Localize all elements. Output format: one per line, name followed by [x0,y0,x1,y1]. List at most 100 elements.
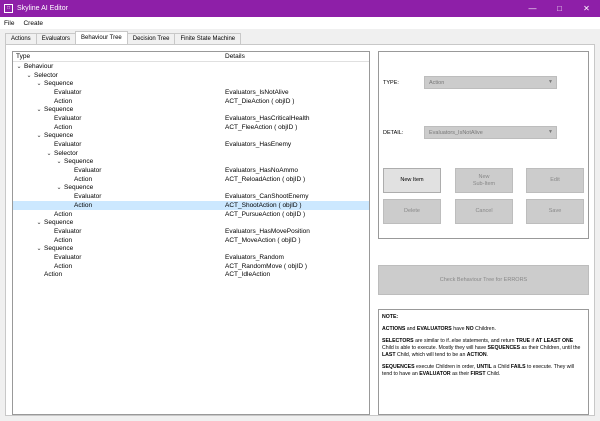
tree-row-type: Sequence [44,245,74,253]
tree-row[interactable]: Evaluator Evaluators_HasNoAmmo [13,166,369,175]
tree-row-type: Action [54,262,73,270]
tree-row[interactable]: ⌄ Sequence [13,158,369,167]
column-header-type[interactable]: Type [13,53,223,60]
behaviour-tree-view[interactable]: Type Details ⌄ Behaviour ⌄ Selector ⌄ Sequenc… [12,51,370,415]
minimize-button[interactable]: — [519,0,546,17]
tree-row[interactable]: Action ACT_MoveAction ( objID ) [13,236,369,245]
tree-row-type: Behaviour [24,62,54,70]
tab-actions[interactable]: Actions [5,33,37,44]
new-item-button[interactable]: New Item [383,168,441,193]
expand-chevron-icon[interactable]: ⌄ [36,106,42,113]
note-keyword: NO [465,326,474,333]
tree-row-type-cell: ⌄ Selector [13,150,225,157]
tree-row[interactable]: Evaluator Evaluators_HasEnemy [13,140,369,149]
tree-row-type: Sequence [44,219,74,227]
tree-row[interactable]: Evaluator Evaluators_Random [13,253,369,262]
expand-chevron-icon[interactable]: ⌄ [26,72,32,79]
expand-chevron-icon[interactable]: ⌄ [36,245,42,252]
tree-row[interactable]: ⌄ Sequence [13,132,369,141]
tree-row-type: Sequence [44,106,74,114]
tree-row-type: Action [44,271,63,279]
expand-chevron-icon[interactable]: ⌄ [36,132,42,139]
tree-row-type: Evaluator [54,88,82,96]
tree-row[interactable]: Action ACT_ShootAction ( objID ) [13,201,369,210]
note-paragraph: SEQUENCES execute Children in order, UNT… [382,364,585,378]
expand-chevron-icon[interactable]: ⌄ [16,63,22,70]
tree-row[interactable]: Action ACT_FleeAction ( objID ) [13,123,369,132]
tree-row-details: ACT_MoveAction ( objID ) [225,236,301,244]
type-select[interactable]: Action ▼ [424,76,557,89]
tree-row-type: Selector [34,71,58,79]
tree-row[interactable]: Evaluator Evaluators_HasMovePosition [13,227,369,236]
tree-row-type: Sequence [44,132,74,140]
tree-row-type: Evaluator [54,141,82,149]
tree-row[interactable]: Action ACT_IdleAction [13,271,369,280]
note-keyword: TRUE [515,338,531,345]
tree-row-type-cell: Action [13,202,225,209]
tree-row-type-cell: Evaluator [13,228,225,235]
tree-row-type-cell: ⌄ Sequence [13,184,225,191]
detail-select[interactable]: Evaluators_IsNotAlive ▼ [424,126,557,139]
tree-row[interactable]: Evaluator Evaluators_HasCriticalHealth [13,114,369,123]
tree-row[interactable]: Evaluator Evaluators_IsNotAlive [13,88,369,97]
tree-row[interactable]: ⌄ Behaviour [13,62,369,71]
delete-button[interactable]: Delete [383,199,441,224]
note-body: ACTIONS and EVALUATORS have NO Children.… [382,326,585,378]
check-errors-button[interactable]: Check Behaviour Tree for ERRORS [378,265,589,295]
tree-row[interactable]: Evaluator Evaluators_CanShootEnemy [13,192,369,201]
column-header-details[interactable]: Details [223,53,245,60]
chevron-down-icon: ▼ [548,129,553,135]
title-bar: □ Skyline AI Editor — □ ✕ [0,0,600,17]
tree-row-type: Action [74,201,93,209]
tree-row[interactable]: ⌄ Selector [13,71,369,80]
close-button[interactable]: ✕ [573,0,600,17]
cancel-button[interactable]: Cancel [455,199,513,224]
note-keyword: LAST [382,352,396,359]
menu-file[interactable]: File [4,20,14,27]
tree-body: ⌄ Behaviour ⌄ Selector ⌄ Sequence Evaluator Eva… [13,62,369,279]
tree-row-details: Evaluators_HasNoAmmo [225,167,298,175]
edit-button[interactable]: Edit [526,168,584,193]
tree-row[interactable]: Action ACT_PursueAction ( objID ) [13,210,369,219]
tree-row[interactable]: Action ACT_ReloadAction ( objID ) [13,175,369,184]
expand-chevron-icon[interactable]: ⌄ [56,184,62,191]
expand-chevron-icon[interactable]: ⌄ [46,150,52,157]
tree-row[interactable]: ⌄ Sequence [13,105,369,114]
type-select-value: Action [429,79,445,86]
tab-bar: Actions Evaluators Behaviour Tree Decisi… [5,31,242,44]
note-text: . [486,352,489,359]
tree-row[interactable]: Action ACT_RandomMove ( objID ) [13,262,369,271]
tree-row-type: Action [54,97,73,105]
tab-behaviour-tree[interactable]: Behaviour Tree [75,31,128,44]
tree-row[interactable]: ⌄ Sequence [13,244,369,253]
tree-row[interactable]: ⌄ Sequence [13,79,369,88]
expand-chevron-icon[interactable]: ⌄ [36,219,42,226]
menu-create[interactable]: Create [23,20,43,27]
note-paragraph: ACTIONS and EVALUATORS have NO Children. [382,326,585,333]
save-button[interactable]: Save [526,199,584,224]
expand-chevron-icon[interactable]: ⌄ [56,158,62,165]
tree-row[interactable]: Action ACT_DieAction ( objID ) [13,97,369,106]
tree-row-details: ACT_PursueAction ( objID ) [225,210,306,218]
tree-row-type-cell: Evaluator [13,167,225,174]
tab-finite-state-machine[interactable]: Finite State Machine [174,33,242,44]
app-icon: □ [4,4,13,13]
note-keyword: SEQUENCES [487,345,521,352]
tree-row-details: ACT_RandomMove ( objID ) [225,262,307,270]
window-title: Skyline AI Editor [17,5,68,12]
tree-row-type: Selector [54,149,78,157]
tree-row-type-cell: Action [13,237,225,244]
maximize-button[interactable]: □ [546,0,573,17]
tab-decision-tree[interactable]: Decision Tree [126,33,176,44]
note-keyword: SELECTORS [382,338,414,345]
expand-chevron-icon[interactable]: ⌄ [36,80,42,87]
note-text: execute Children in order, [414,364,477,371]
tree-row[interactable]: ⌄ Selector [13,149,369,158]
tree-header: Type Details [13,52,369,62]
new-subitem-button[interactable]: New Sub-Item [455,168,513,193]
tab-evaluators[interactable]: Evaluators [35,33,77,44]
tree-row-details: ACT_ShootAction ( objID ) [225,201,302,209]
tree-row-type-cell: Action [13,124,225,131]
tree-row[interactable]: ⌄ Sequence [13,218,369,227]
tree-row[interactable]: ⌄ Sequence [13,184,369,193]
